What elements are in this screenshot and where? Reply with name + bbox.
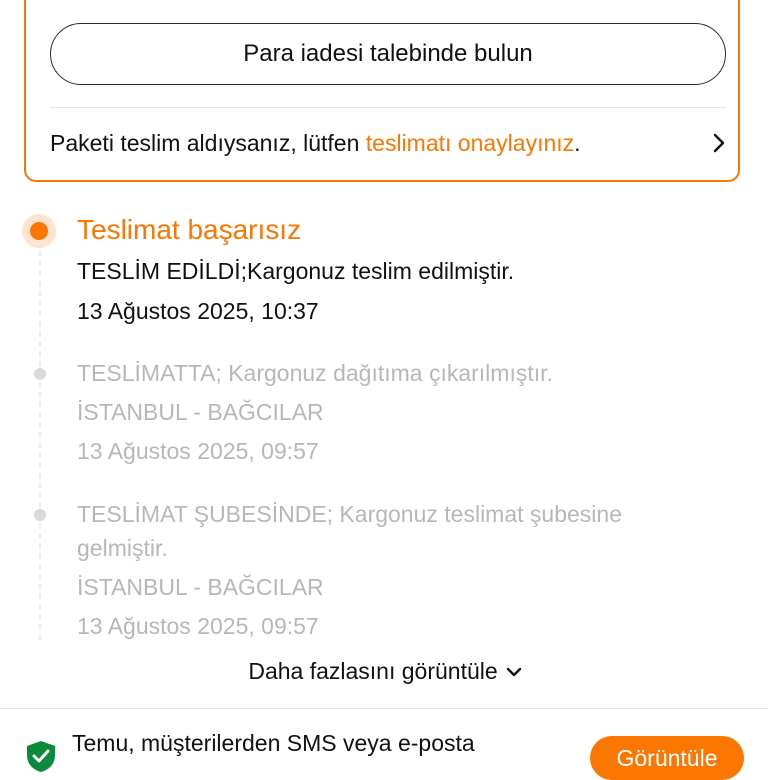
- timeline-line: [39, 240, 41, 640]
- chevron-right-icon: [712, 133, 726, 153]
- delivery-status-title: Teslimat başarısız: [77, 214, 302, 245]
- timeline-active-event: Teslimat başarısız TESLİM EDİLDİ;Kargonu…: [77, 213, 737, 331]
- card-divider: [50, 107, 726, 108]
- footer-divider: [0, 708, 768, 709]
- refund-request-button[interactable]: Para iadesi talebinde bulun: [50, 23, 726, 85]
- event-message: TESLİM EDİLDİ;Kargonuz teslim edilmiştir…: [77, 258, 515, 284]
- confirm-prefix-text: Paketi teslim aldıysanız, lütfen: [50, 129, 366, 156]
- timeline-active-dot: [22, 214, 56, 248]
- event-location: İSTANBUL - BAĞCILAR: [77, 399, 324, 425]
- confirm-delivery-row[interactable]: Paketi teslim aldıysanız, lütfen teslima…: [50, 113, 726, 173]
- refund-card: Para iadesi talebinde bulun Paketi tesli…: [24, 0, 740, 182]
- confirm-delivery-link[interactable]: teslimatı onaylayınız: [366, 130, 574, 157]
- view-button[interactable]: Görüntüle: [590, 736, 744, 780]
- shield-check-icon: [25, 740, 57, 772]
- chevron-down-icon: [506, 661, 521, 677]
- show-more-button[interactable]: Daha fazlasını görüntüle: [0, 651, 768, 691]
- confirm-suffix-text: .: [574, 129, 581, 156]
- event-message: TESLİMATTA; Kargonuz dağıtıma çıkarılmış…: [77, 360, 553, 386]
- event-message: TESLİMAT ŞUBESİNDE; Kargonuz teslimat şu…: [77, 501, 622, 561]
- event-time: 13 Ağustos 2025, 10:37: [77, 298, 319, 324]
- security-notice-text: Temu, müşterilerden SMS veya e-posta: [72, 730, 475, 756]
- timeline-dot: [34, 509, 46, 521]
- show-more-label: Daha fazlasını görüntüle: [248, 657, 498, 684]
- timeline-event: TESLİMATTA; Kargonuz dağıtıma çıkarılmış…: [77, 354, 737, 471]
- event-time: 13 Ağustos 2025, 09:57: [77, 613, 319, 639]
- event-location: İSTANBUL - BAĞCILAR: [77, 574, 324, 600]
- timeline-dot: [34, 368, 46, 380]
- timeline-event: TESLİMAT ŞUBESİNDE; Kargonuz teslimat şu…: [77, 497, 717, 646]
- event-time: 13 Ağustos 2025, 09:57: [77, 438, 319, 464]
